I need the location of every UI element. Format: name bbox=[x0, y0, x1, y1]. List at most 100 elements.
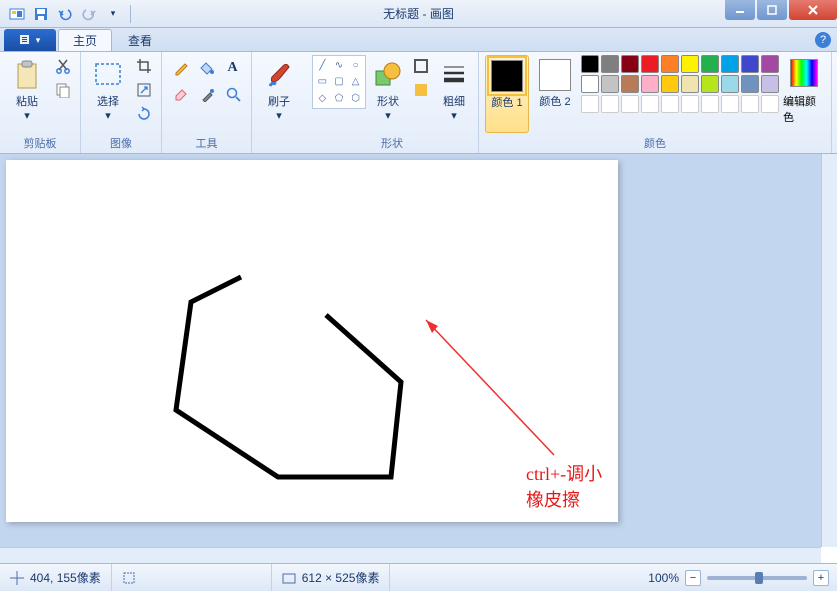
color-swatch[interactable] bbox=[741, 55, 759, 73]
shapes-gallery[interactable]: ╱∿○ ▭▢△ ◇⬠⬡ bbox=[312, 55, 366, 109]
tab-view[interactable]: 查看 bbox=[114, 29, 166, 51]
color-swatch-empty[interactable] bbox=[621, 95, 639, 113]
save-icon[interactable] bbox=[30, 3, 52, 25]
workspace: ctrl+-调小橡皮擦 bbox=[0, 154, 821, 563]
size-button[interactable]: 粗细▾ bbox=[436, 55, 472, 133]
color-palette bbox=[581, 55, 779, 113]
color-swatch[interactable] bbox=[581, 55, 599, 73]
zoom-thumb[interactable] bbox=[755, 572, 763, 584]
color-swatch[interactable] bbox=[661, 75, 679, 93]
size-icon bbox=[438, 59, 470, 91]
canvas[interactable]: ctrl+-调小橡皮擦 bbox=[6, 160, 618, 522]
status-bar: 404, 155像素 612 × 525像素 100% − + bbox=[0, 563, 837, 591]
color-swatch-empty[interactable] bbox=[641, 95, 659, 113]
eraser-tool[interactable] bbox=[168, 81, 193, 106]
color1-button[interactable]: 颜色 1 bbox=[485, 55, 529, 133]
color-swatch[interactable] bbox=[741, 75, 759, 93]
cut-button[interactable] bbox=[52, 55, 74, 77]
pencil-tool[interactable] bbox=[168, 55, 193, 80]
magnifier-tool[interactable] bbox=[220, 81, 245, 106]
zoom-in-button[interactable]: + bbox=[813, 570, 829, 586]
color-swatch[interactable] bbox=[621, 75, 639, 93]
color-swatch[interactable] bbox=[641, 55, 659, 73]
copy-button[interactable] bbox=[52, 79, 74, 101]
color-swatch-empty[interactable] bbox=[661, 95, 679, 113]
group-colors: 颜色 1 颜色 2 编辑颜色 颜色 bbox=[479, 52, 832, 153]
paste-button[interactable]: 粘贴▾ bbox=[6, 55, 48, 133]
help-button[interactable]: ? bbox=[815, 32, 831, 48]
brush-button[interactable]: 刷子▾ bbox=[258, 55, 300, 133]
select-icon bbox=[92, 59, 124, 91]
color-swatch[interactable] bbox=[721, 55, 739, 73]
title-bar: ▾ 无标题 - 画图 bbox=[0, 0, 837, 28]
tab-home[interactable]: 主页 bbox=[58, 29, 112, 51]
color2-button[interactable]: 颜色 2 bbox=[533, 55, 577, 133]
resize-button[interactable] bbox=[133, 79, 155, 101]
status-size: 612 × 525像素 bbox=[272, 564, 391, 591]
undo-icon[interactable] bbox=[54, 3, 76, 25]
vertical-scrollbar[interactable] bbox=[821, 154, 837, 547]
color-swatch[interactable] bbox=[761, 55, 779, 73]
zoom-text: 100% bbox=[648, 571, 679, 585]
shape-fill-button[interactable] bbox=[410, 79, 432, 101]
edit-colors-button[interactable]: 编辑颜色 bbox=[783, 55, 825, 125]
group-clipboard: 粘贴▾ 剪贴板 bbox=[0, 52, 81, 153]
rotate-button[interactable] bbox=[133, 103, 155, 125]
color-swatch[interactable] bbox=[621, 55, 639, 73]
status-position: 404, 155像素 bbox=[0, 564, 112, 591]
group-shapes: ╱∿○ ▭▢△ ◇⬠⬡ 形状▾ 粗细▾ 形 bbox=[306, 52, 479, 153]
color-swatch-empty[interactable] bbox=[581, 95, 599, 113]
shapes-button[interactable]: 形状▾ bbox=[370, 55, 406, 133]
color-swatch[interactable] bbox=[601, 75, 619, 93]
selection-icon bbox=[122, 571, 136, 585]
select-button[interactable]: 选择▾ bbox=[87, 55, 129, 133]
crop-button[interactable] bbox=[133, 55, 155, 77]
file-menu-button[interactable]: ▾ bbox=[4, 29, 56, 51]
annotation-text: ctrl+-调小橡皮擦 bbox=[526, 460, 618, 512]
color-swatch[interactable] bbox=[701, 55, 719, 73]
app-icon[interactable] bbox=[6, 3, 28, 25]
color-swatch[interactable] bbox=[681, 55, 699, 73]
redo-icon[interactable] bbox=[78, 3, 100, 25]
color-swatch-empty[interactable] bbox=[761, 95, 779, 113]
size-icon bbox=[282, 571, 296, 585]
color-swatch[interactable] bbox=[721, 75, 739, 93]
color-swatch[interactable] bbox=[661, 55, 679, 73]
color-swatch[interactable] bbox=[601, 55, 619, 73]
group-image: 选择▾ 图像 bbox=[81, 52, 162, 153]
text-tool[interactable]: A bbox=[220, 55, 245, 80]
color-swatch[interactable] bbox=[761, 75, 779, 93]
qat-customize-icon[interactable]: ▾ bbox=[102, 3, 124, 25]
color1-label: 颜色 1 bbox=[491, 96, 522, 110]
color2-swatch bbox=[539, 59, 571, 91]
select-label: 选择 bbox=[97, 96, 119, 108]
color-swatch[interactable] bbox=[681, 75, 699, 93]
color-swatch[interactable] bbox=[641, 75, 659, 93]
edit-colors-label: 编辑颜色 bbox=[783, 93, 825, 125]
color-swatch[interactable] bbox=[701, 75, 719, 93]
fill-tool[interactable] bbox=[194, 55, 219, 80]
color-picker-tool[interactable] bbox=[194, 81, 219, 106]
color-swatch-empty[interactable] bbox=[721, 95, 739, 113]
horizontal-scrollbar[interactable] bbox=[0, 547, 821, 563]
image-group-label: 图像 bbox=[87, 133, 155, 153]
color-swatch-empty[interactable] bbox=[701, 95, 719, 113]
ribbon-tabs: ▾ 主页 查看 ? bbox=[0, 28, 837, 52]
shapes-label: 形状 bbox=[377, 96, 399, 108]
shape-outline-button[interactable] bbox=[410, 55, 432, 77]
zoom-slider[interactable] bbox=[707, 576, 807, 580]
color1-swatch bbox=[491, 60, 523, 92]
minimize-button[interactable] bbox=[725, 0, 755, 20]
zoom-out-button[interactable]: − bbox=[685, 570, 701, 586]
close-button[interactable] bbox=[789, 0, 837, 20]
color-swatch[interactable] bbox=[581, 75, 599, 93]
colors-group-label: 颜色 bbox=[485, 133, 825, 153]
color-swatch-empty[interactable] bbox=[601, 95, 619, 113]
color-swatch-empty[interactable] bbox=[681, 95, 699, 113]
zoom-controls: 100% − + bbox=[648, 570, 829, 586]
clipboard-group-label: 剪贴板 bbox=[6, 133, 74, 153]
color-swatch-empty[interactable] bbox=[741, 95, 759, 113]
spectrum-icon bbox=[790, 59, 818, 87]
brush-label: 刷子 bbox=[268, 96, 290, 108]
maximize-button[interactable] bbox=[757, 0, 787, 20]
